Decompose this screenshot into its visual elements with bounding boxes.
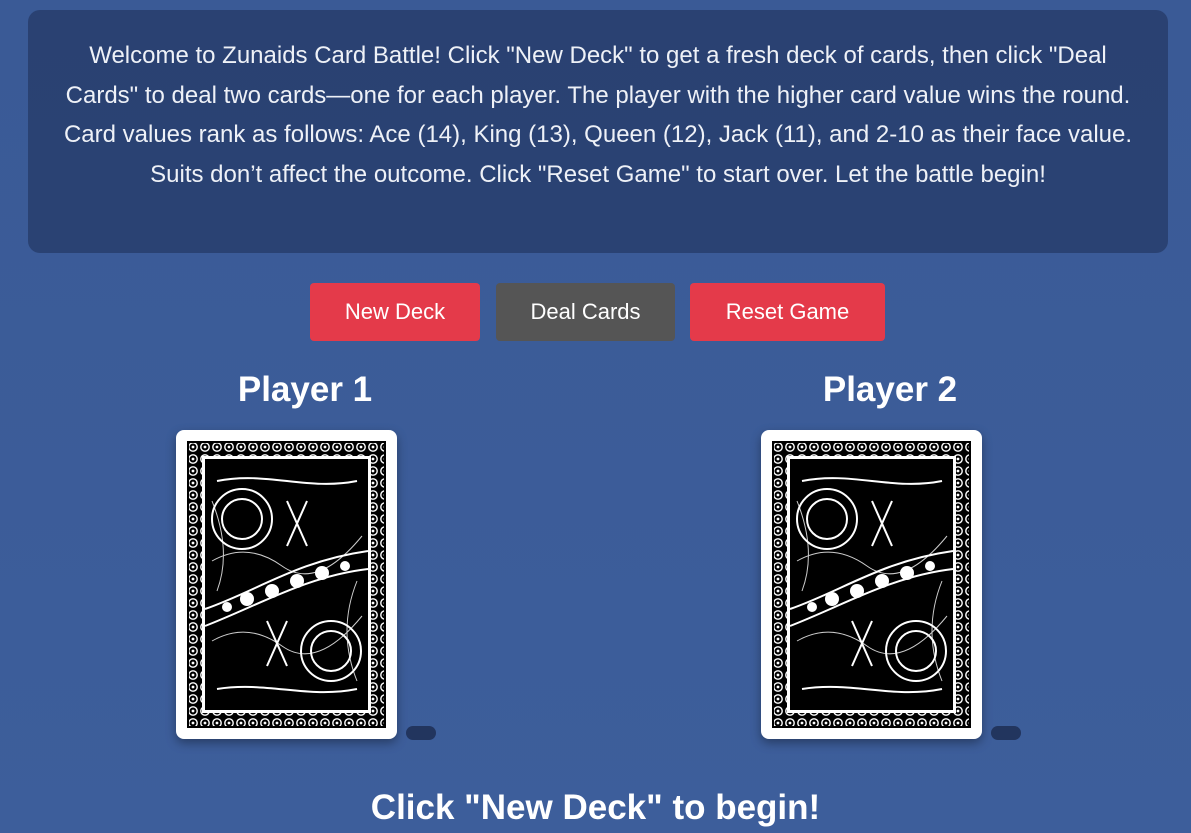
player-1-title: Player 1	[237, 370, 373, 409]
player-1-card-back	[176, 430, 397, 739]
player-1-count-pill	[406, 726, 436, 740]
instructions-panel: Welcome to Zunaids Card Battle! Click "N…	[28, 10, 1168, 253]
player-2-title: Player 2	[822, 370, 958, 409]
player-2-card-back	[761, 430, 982, 739]
new-deck-button[interactable]: New Deck	[310, 283, 480, 341]
deal-cards-button[interactable]: Deal Cards	[496, 283, 675, 341]
reset-game-button[interactable]: Reset Game	[690, 283, 885, 341]
instructions-text: Welcome to Zunaids Card Battle! Click "N…	[63, 42, 1133, 188]
game-status-message: Click "New Deck" to begin!	[370, 788, 821, 827]
card-back-pattern	[772, 441, 971, 728]
card-back-pattern	[187, 441, 386, 728]
player-2-count-pill	[991, 726, 1021, 740]
